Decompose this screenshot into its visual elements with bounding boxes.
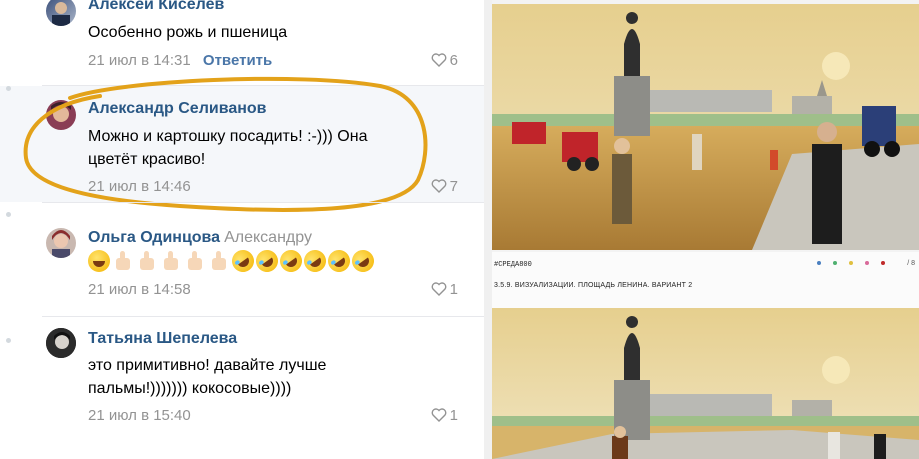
column-divider	[484, 0, 492, 459]
slide-caption-strip: #СРЕДА800 / 8 3.5.9. ВИЗУАЛИЗАЦИИ. ПЛОЩА…	[492, 252, 919, 308]
comment-date[interactable]: 21 июл в 14:58	[88, 281, 191, 298]
collage-visual	[492, 308, 919, 459]
hashtag[interactable]: #СРЕДА800	[494, 261, 532, 269]
visualization-slide-2[interactable]	[492, 308, 919, 459]
thumbs-up-emoji-icon	[208, 250, 230, 272]
thumbs-up-emoji-icon	[112, 250, 134, 272]
like-button[interactable]: 1	[431, 407, 458, 424]
rofl-emoji-icon	[227, 245, 259, 277]
attachment-image[interactable]: #СРЕДА800 / 8 3.5.9. ВИЗУАЛИЗАЦИИ. ПЛОЩА…	[492, 0, 919, 459]
emoji-row	[88, 245, 379, 277]
thumbs-up-emoji-icon	[160, 250, 182, 272]
comments-list: Алексей Киселев Особенно рожь и пшеница …	[0, 0, 484, 459]
rofl-emoji-icon	[299, 245, 331, 277]
visualization-slide-1[interactable]	[492, 4, 919, 250]
avatar[interactable]	[46, 228, 76, 258]
comment-text-line-1: это примитивно! давайте лучше	[88, 357, 327, 374]
palette-dot	[817, 261, 821, 265]
laughing-emoji-icon	[88, 250, 110, 272]
thumbs-up-emoji-icon	[136, 250, 158, 272]
heart-icon	[431, 282, 447, 296]
palette-dot	[833, 261, 837, 265]
rofl-emoji-icon	[323, 245, 355, 277]
heart-icon	[431, 408, 447, 422]
reply-to-link[interactable]: Александру	[224, 229, 312, 246]
comment-text-line-2: пальмы!))))))) кокосовые))))	[88, 380, 292, 397]
avatar[interactable]	[46, 328, 76, 358]
rofl-emoji-icon	[251, 245, 283, 277]
palette-dot	[849, 261, 853, 265]
comment-date[interactable]: 21 июл в 15:40	[88, 407, 191, 424]
slide-caption: 3.5.9. ВИЗУАЛИЗАЦИИ. ПЛОЩАДЬ ЛЕНИНА. ВАР…	[494, 282, 693, 289]
comment-author[interactable]: Ольга Одинцова Александру	[88, 229, 312, 247]
collage-visual	[492, 4, 919, 250]
author-name[interactable]: Ольга Одинцова	[88, 229, 220, 246]
like-button[interactable]: 1	[431, 281, 458, 298]
like-count: 1	[449, 407, 458, 424]
page-number: / 8	[907, 260, 915, 267]
thumbs-up-emoji-icon	[184, 250, 206, 272]
rofl-emoji-icon	[347, 245, 379, 277]
comment-item: Татьяна Шепелева это примитивно! давайте…	[0, 316, 484, 459]
comment-author[interactable]: Татьяна Шепелева	[88, 330, 237, 348]
like-count: 1	[449, 281, 458, 298]
palette-dot	[865, 261, 869, 265]
rofl-emoji-icon	[275, 245, 307, 277]
palette-dot	[881, 261, 885, 265]
